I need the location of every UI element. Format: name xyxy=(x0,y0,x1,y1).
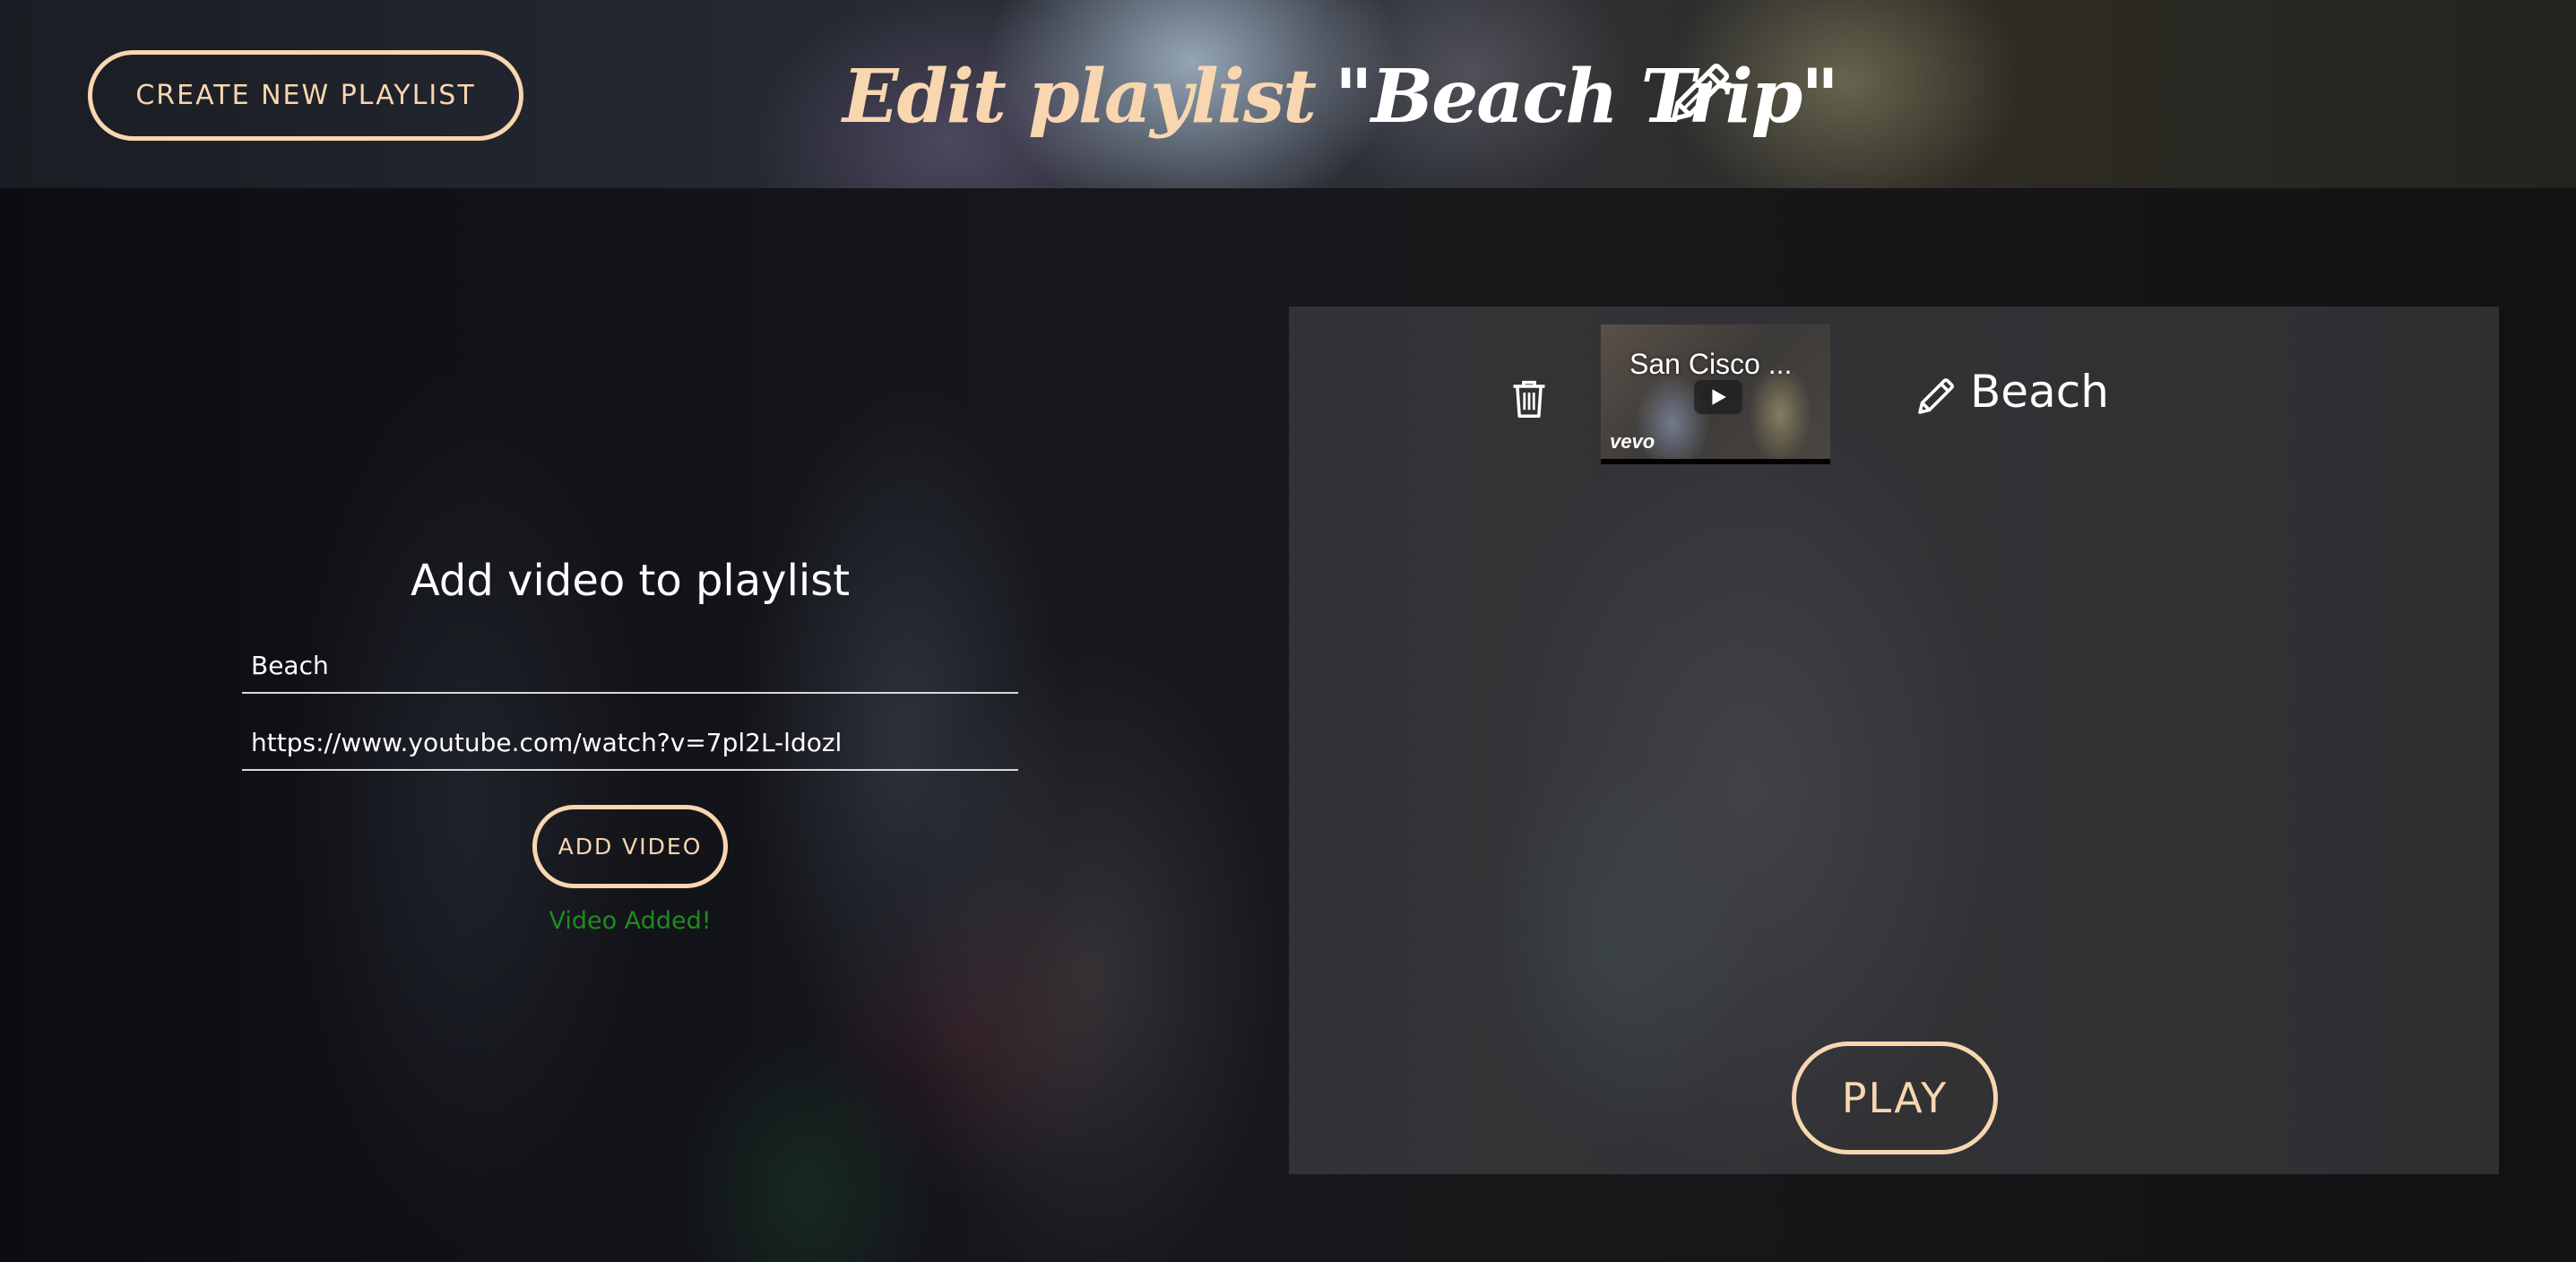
video-title-input[interactable] xyxy=(242,638,1018,694)
play-icon xyxy=(1694,380,1742,414)
playlist-name: Beach Trip xyxy=(1370,54,1802,140)
add-video-button[interactable]: ADD VIDEO xyxy=(532,805,728,888)
title-quote-close: " xyxy=(1801,54,1839,140)
thumbnail-title: San Cisco ... xyxy=(1629,348,1793,380)
pencil-icon[interactable] xyxy=(1665,57,1735,127)
trash-icon[interactable] xyxy=(1510,378,1548,419)
video-url-input[interactable] xyxy=(242,715,1018,771)
playlist-panel: San Cisco ... vevo Beach PLAY xyxy=(1289,307,2499,1174)
vevo-logo: vevo xyxy=(1610,430,1655,453)
title-quote-open: " xyxy=(1335,54,1373,140)
status-message: Video Added! xyxy=(549,907,712,935)
header: CREATE NEW PLAYLIST Edit playlist " Beac… xyxy=(0,0,2576,188)
pencil-icon[interactable] xyxy=(1915,375,1958,418)
playlist-video-item: San Cisco ... vevo Beach xyxy=(1289,307,2499,477)
add-video-heading: Add video to playlist xyxy=(410,556,851,606)
create-new-playlist-button[interactable]: CREATE NEW PLAYLIST xyxy=(88,50,523,141)
play-button[interactable]: PLAY xyxy=(1792,1042,1998,1154)
title-prefix: Edit playlist xyxy=(843,54,1317,140)
video-thumbnail[interactable]: San Cisco ... vevo xyxy=(1601,324,1830,464)
video-name: Beach xyxy=(1970,366,2109,418)
